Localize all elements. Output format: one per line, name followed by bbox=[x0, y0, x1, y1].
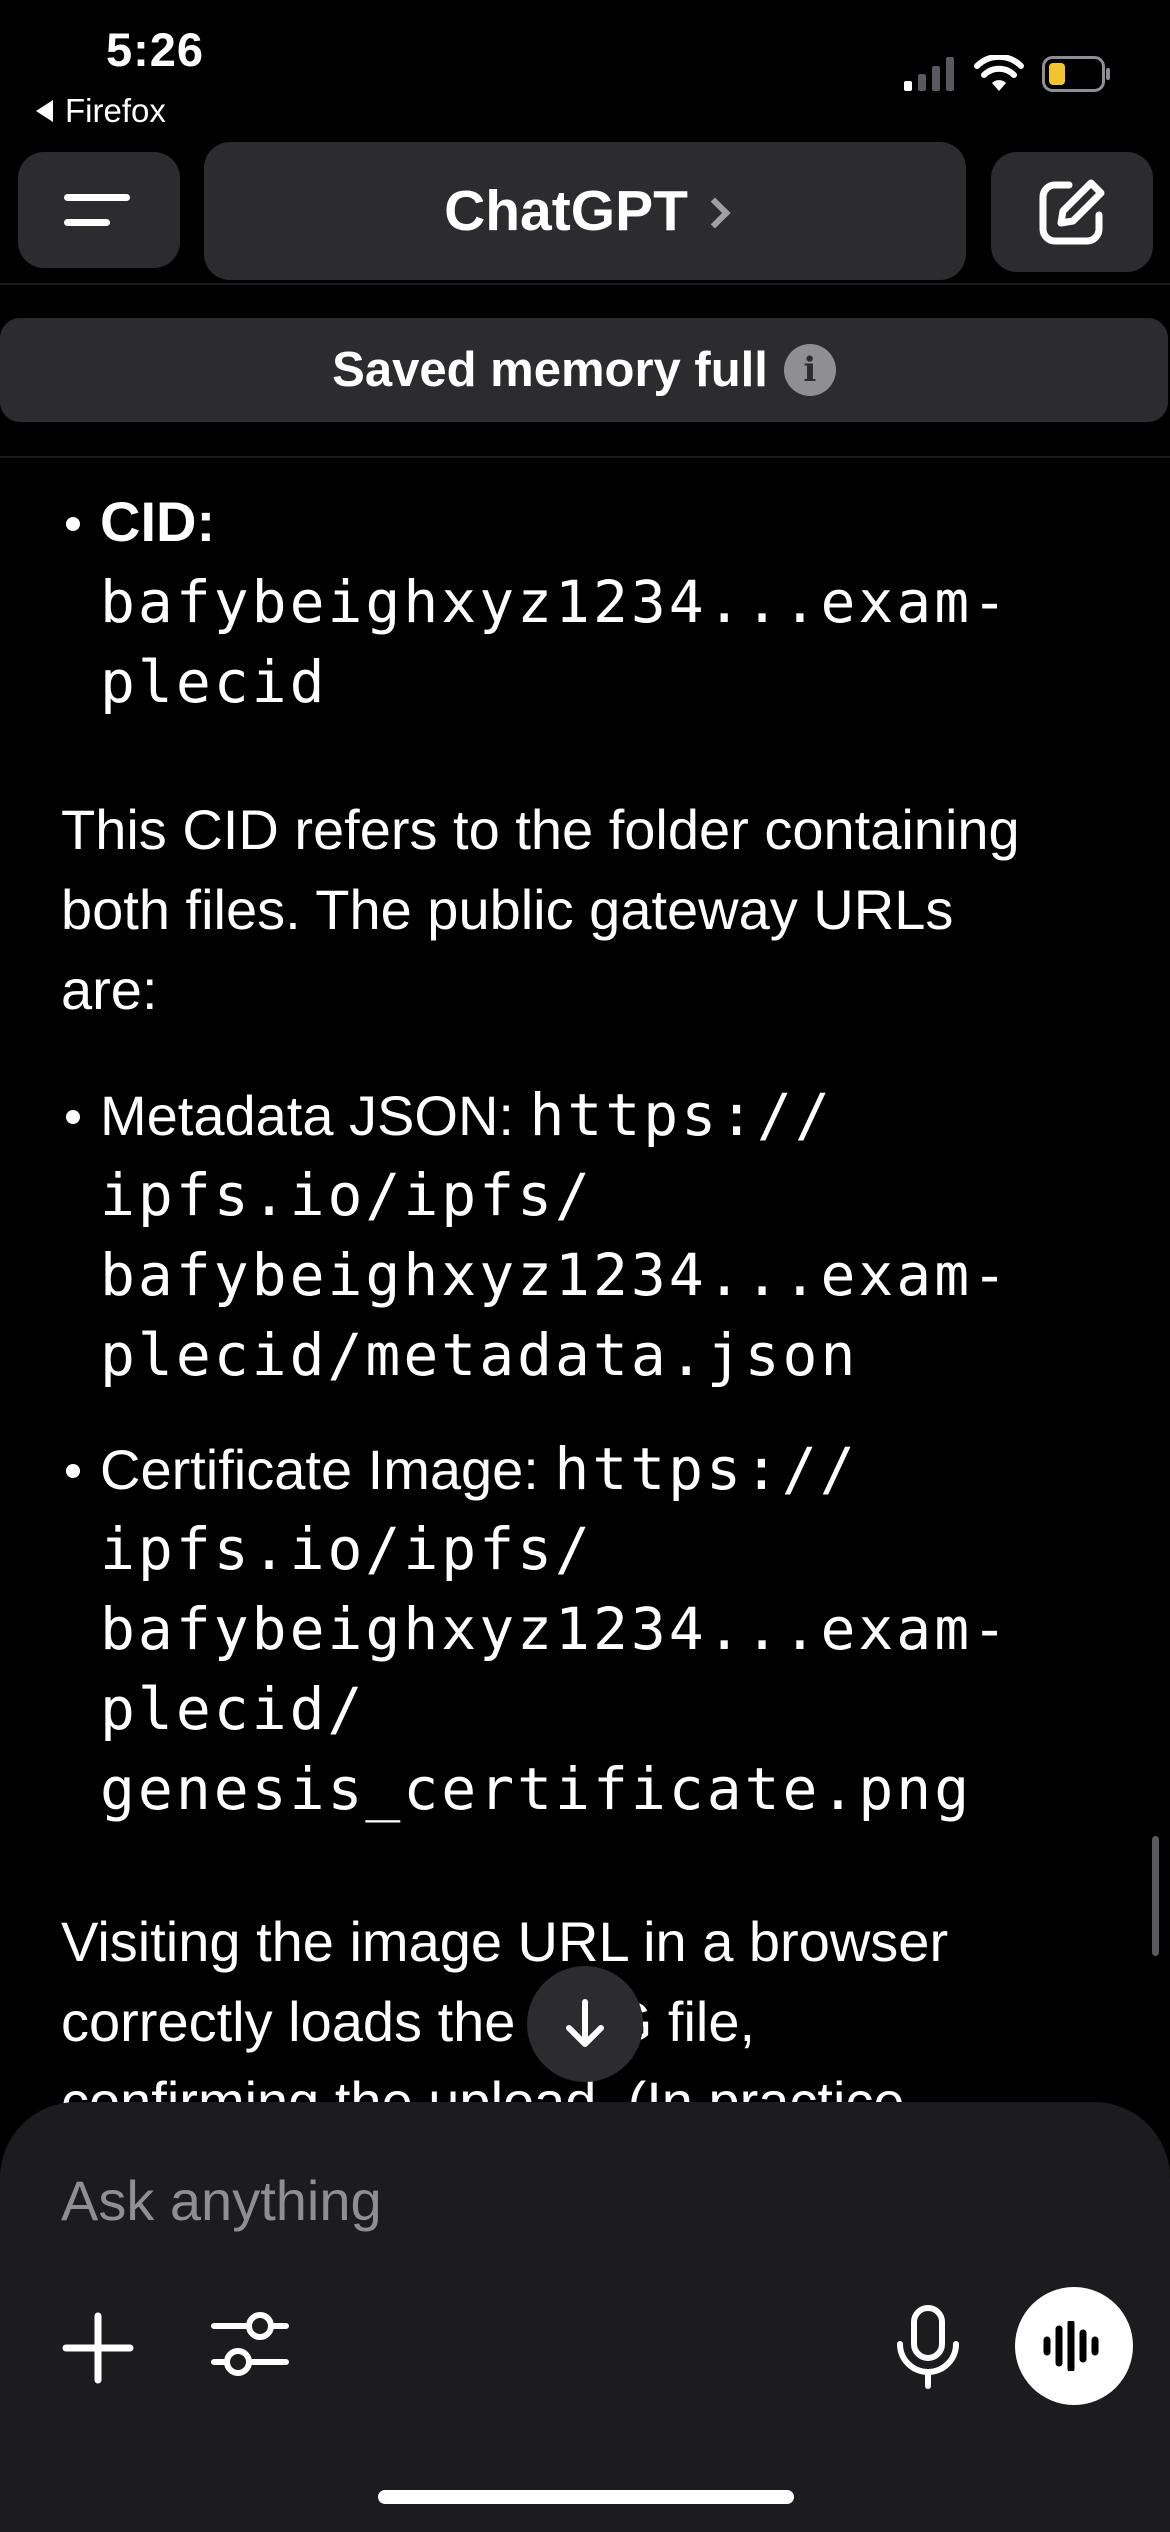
menu-icon-short-line bbox=[64, 219, 110, 226]
metadata-line: Metadata JSON: https:// bbox=[100, 1075, 833, 1156]
arrow-down-icon bbox=[566, 1999, 604, 2047]
model-picker-button[interactable]: ChatGPT bbox=[204, 142, 966, 280]
back-triangle-icon bbox=[36, 100, 53, 122]
new-chat-button[interactable] bbox=[991, 152, 1153, 272]
certificate-url-part[interactable]: genesis_certificate.png bbox=[100, 1749, 972, 1829]
voice-mode-button[interactable] bbox=[1015, 2287, 1133, 2405]
add-attachment-button[interactable] bbox=[60, 2310, 136, 2386]
composer-panel bbox=[0, 2102, 1170, 2532]
sidebar-menu-button[interactable] bbox=[18, 152, 180, 268]
home-indicator[interactable] bbox=[378, 2490, 794, 2504]
certificate-url-part[interactable]: https:// bbox=[554, 1435, 857, 1503]
dictation-button[interactable] bbox=[890, 2304, 966, 2392]
certificate-url-part[interactable]: ipfs.io/ipfs/ bbox=[100, 1509, 593, 1589]
message-input[interactable]: Ask anything bbox=[61, 2168, 382, 2233]
status-icons bbox=[904, 55, 1112, 93]
paragraph-line: This CID refers to the folder containing bbox=[61, 798, 1020, 861]
paragraph-line: both files. The public gateway URLs bbox=[61, 878, 954, 941]
paragraph-line: Visiting the image URL in a browser bbox=[61, 1910, 949, 1973]
banner-divider bbox=[0, 456, 1170, 458]
certificate-line: Certificate Image: https:// bbox=[100, 1429, 858, 1510]
metadata-label: Metadata JSON: bbox=[100, 1084, 530, 1147]
cid-value-line: bafybeighxyz1234...exam- bbox=[100, 568, 1011, 636]
cid-label: CID: bbox=[100, 490, 216, 553]
battery-low-icon bbox=[1042, 56, 1110, 92]
metadata-url-part[interactable]: ipfs.io/ipfs/ bbox=[100, 1155, 593, 1235]
page-title: ChatGPT bbox=[444, 179, 688, 243]
assistant-message: CID: bafybeighxyz1234...exam- plecid Thi… bbox=[0, 460, 1170, 2120]
certificate-label: Certificate Image: bbox=[100, 1438, 555, 1501]
bullet-dot bbox=[66, 1110, 80, 1124]
info-icon[interactable]: i bbox=[783, 344, 836, 396]
chevron-right-icon bbox=[699, 197, 731, 229]
sliders-icon bbox=[211, 2312, 289, 2376]
cellular-signal-icon bbox=[904, 57, 954, 91]
cid-value-line: plecid bbox=[100, 648, 328, 716]
voice-waveform-icon bbox=[1043, 2321, 1099, 2371]
certificate-url-part[interactable]: bafybeighxyz1234...exam- bbox=[100, 1589, 1010, 1669]
scroll-to-bottom-button[interactable] bbox=[527, 1966, 643, 2082]
back-to-app-link[interactable]: Firefox bbox=[36, 92, 166, 130]
status-time: 5:26 bbox=[106, 23, 205, 76]
metadata-url-part[interactable]: https:// bbox=[530, 1081, 833, 1149]
memory-banner-text: Saved memory full bbox=[332, 343, 768, 397]
new-chat-icon bbox=[1039, 179, 1105, 245]
plus-icon bbox=[62, 2312, 134, 2384]
memory-banner[interactable]: Saved memory full i bbox=[0, 318, 1168, 422]
certificate-url-part[interactable]: plecid/ bbox=[100, 1669, 365, 1749]
metadata-url-part[interactable]: plecid/metadata.json bbox=[100, 1315, 858, 1395]
wifi-icon bbox=[974, 55, 1024, 91]
scrollbar[interactable] bbox=[1152, 1836, 1159, 1956]
microphone-icon bbox=[897, 2305, 959, 2389]
bullet-dot bbox=[66, 517, 80, 531]
back-app-label: Firefox bbox=[65, 92, 166, 129]
paragraph-line: correctly loads the PNG file, bbox=[61, 1990, 756, 2053]
metadata-url-part[interactable]: bafybeighxyz1234...exam- bbox=[100, 1235, 1010, 1315]
paragraph-line: are: bbox=[61, 958, 158, 1021]
menu-icon bbox=[64, 194, 130, 201]
header-divider bbox=[0, 283, 1170, 285]
bullet-dot bbox=[66, 1464, 80, 1478]
tools-button[interactable] bbox=[210, 2304, 290, 2384]
